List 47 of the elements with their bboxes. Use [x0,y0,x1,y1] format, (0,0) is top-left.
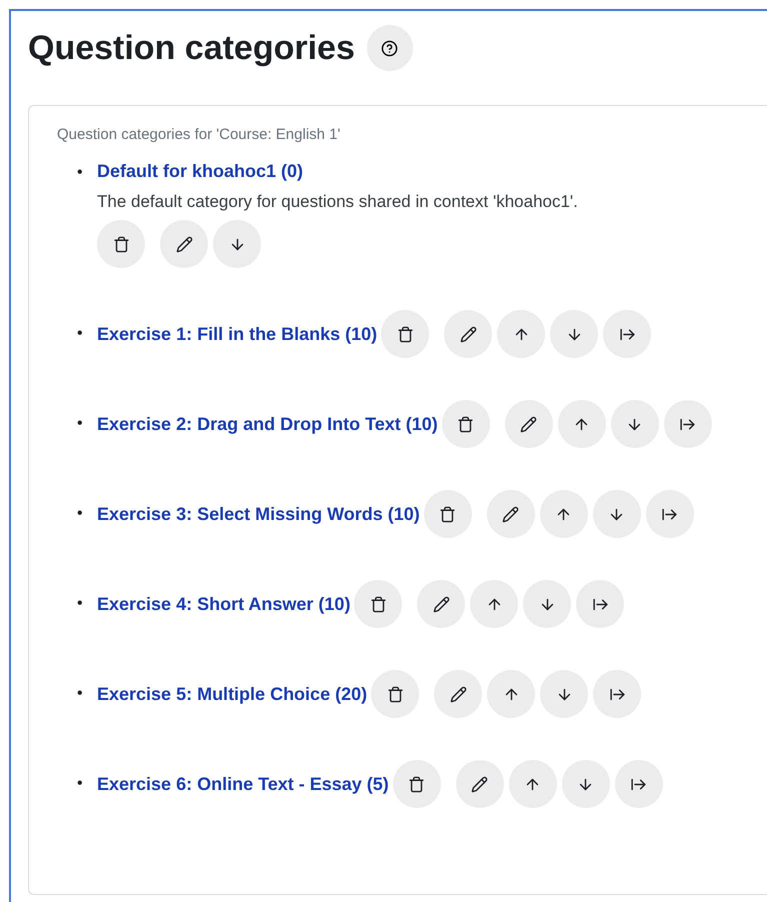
pencil-icon [450,686,467,702]
delete-button[interactable] [424,490,472,538]
category-link[interactable]: Exercise 2: Drag and Drop Into Text (10) [97,414,438,434]
help-button[interactable] [366,25,413,71]
edit-button[interactable] [417,580,466,628]
edit-button[interactable] [456,760,504,808]
category-link[interactable]: Default for khoahoc1 (0) [97,161,304,182]
category-description: The default category for questions shared in context 'khoahoc1'. [97,192,579,212]
help-icon [381,40,398,56]
category-link[interactable]: Exercise 1: Fill in the Blanks (10) [97,324,378,344]
category-link[interactable]: Exercise 4: Short Answer (10) [97,594,350,614]
delete-button[interactable] [442,400,490,448]
pencil-icon [471,776,488,792]
trash-icon [408,776,426,792]
trash-icon [370,596,387,612]
pencil-icon [520,416,538,432]
trash-icon [457,416,474,432]
trash-icon [396,326,414,342]
edit-button[interactable] [160,220,208,268]
delete-button[interactable] [381,310,430,358]
pencil-icon [432,596,450,612]
category-link[interactable]: Exercise 5: Multiple Choice (20) [97,684,368,704]
edit-button[interactable] [444,310,492,358]
list-bullet: • [77,594,84,614]
page-title: Question categories [28,28,355,68]
trash-icon [439,506,456,522]
move-right-button[interactable] [646,490,694,538]
list-bullet: • [77,324,84,344]
list-bullet: • [77,774,84,794]
list-bullet: • [77,504,84,524]
move-right-button[interactable] [614,760,663,808]
edit-button[interactable] [434,670,482,718]
move-right-button[interactable] [576,580,624,628]
pencil-icon [176,236,192,252]
trash-icon [112,236,130,252]
delete-button[interactable] [392,760,441,808]
trash-icon [386,686,404,702]
list-bullet: • [77,684,84,704]
card-caption: Question categories for 'Course: English 1' [57,126,342,143]
delete-button[interactable] [97,220,145,268]
pencil-icon [460,326,477,342]
list-bullet: • [77,414,84,434]
list-bullet: • [77,163,84,183]
category-link[interactable]: Exercise 6: Online Text - Essay (5) [97,774,389,794]
move-right-button[interactable] [664,400,712,448]
category-link[interactable]: Exercise 3: Select Missing Words (10) [97,504,420,524]
pencil-icon [502,506,520,522]
